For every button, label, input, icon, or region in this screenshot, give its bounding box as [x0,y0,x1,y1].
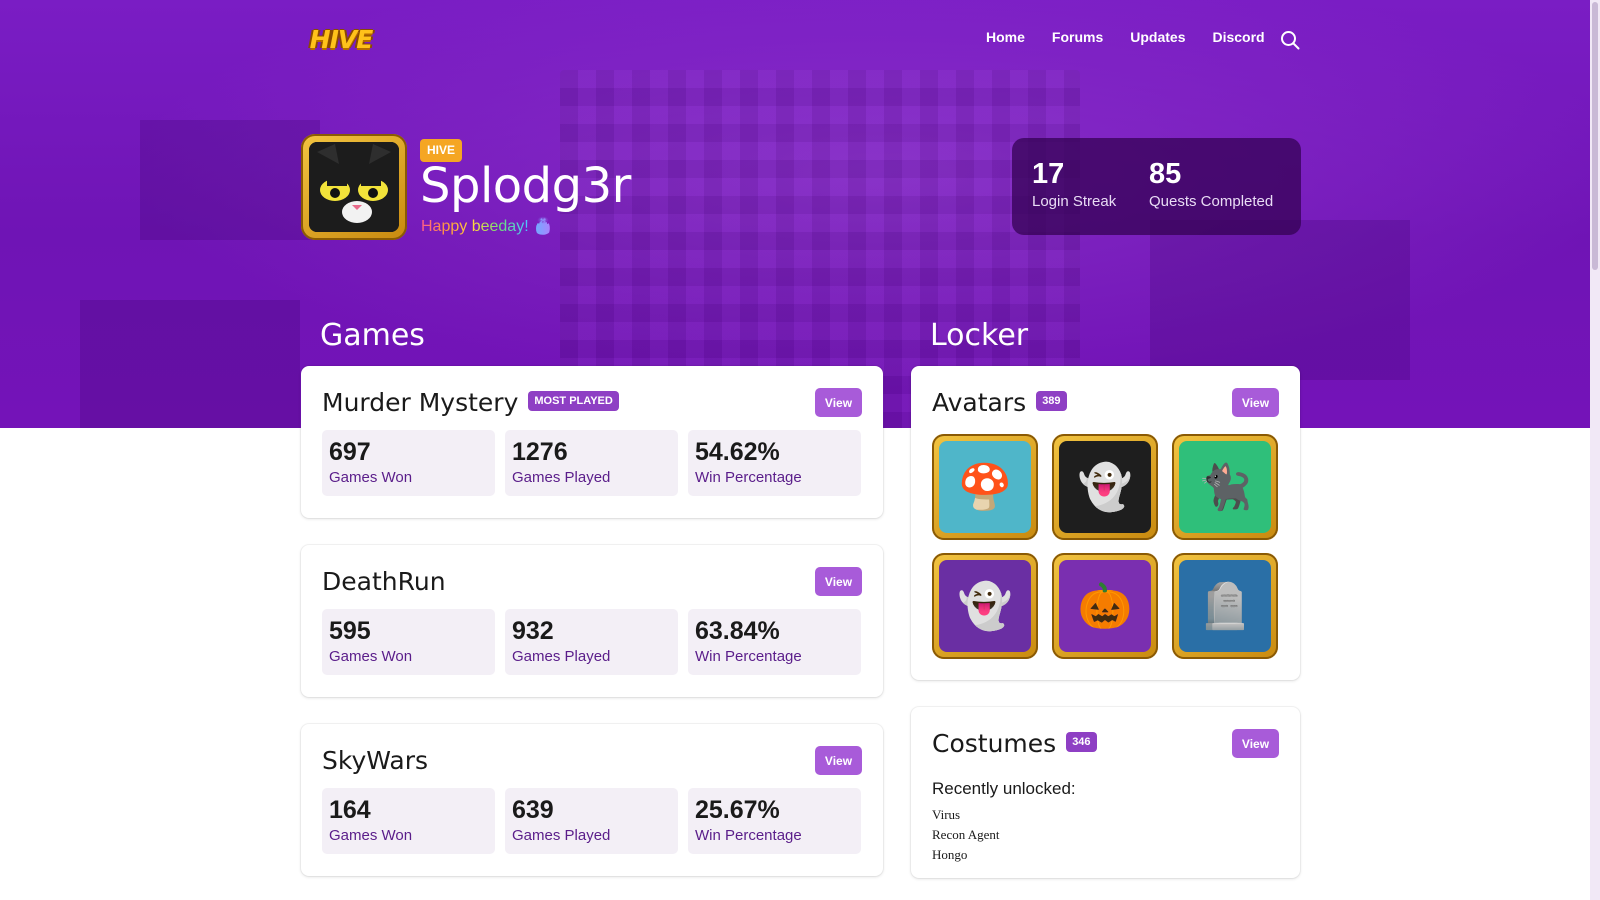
game-card-murder-mystery: Murder Mystery MOST PLAYED View 697 Games… [301,366,883,518]
stat-value: 697 [329,438,371,466]
recently-unlocked-list: Virus Recon Agent Hongo [932,805,1000,865]
stat-value: 1276 [512,438,568,466]
stat-label: Win Percentage [695,827,802,844]
nav-home[interactable]: Home [986,29,1025,45]
login-streak-label: Login Streak [1032,193,1117,210]
games-section-title: Games [320,318,425,353]
profile-stats-box: 17 Login Streak 85 Quests Completed [1012,138,1301,235]
stat-value: 164 [329,796,371,824]
stat-label: Games Played [512,648,611,665]
avatar-tile[interactable]: 🍄 [932,434,1038,540]
games-played-stat: 932 Games Played [505,609,678,675]
hero-banner [0,0,1600,428]
avatar-grid: 🍄 👻 🐈‍⬛ 👻 🎃 🪦 [932,434,1278,659]
stat-value: 639 [512,796,554,824]
witch-cat-icon: 🐈‍⬛ [1179,441,1271,533]
win-percentage-stat: 54.62% Win Percentage [688,430,861,496]
nav-forums[interactable]: Forums [1052,29,1103,45]
avatar-tile[interactable]: 🪦 [1172,553,1278,659]
game-stats: 595 Games Won 932 Games Played 63.84% Wi… [322,609,861,675]
stat-label: Games Won [329,648,413,665]
stat-label: Win Percentage [695,469,802,486]
game-stats: 164 Games Won 639 Games Played 25.67% Wi… [322,788,861,854]
recently-unlocked-heading: Recently unlocked: [932,779,1076,798]
avatar-tile[interactable]: 🐈‍⬛ [1172,434,1278,540]
costumes-card: Costumes 346 View Recently unlocked: Viru… [911,707,1300,878]
top-nav: Home Forums Updates Discord [986,29,1265,45]
login-streak-stat: 17 Login Streak [1032,158,1116,210]
profile-avatar [301,134,407,240]
game-card-skywars: SkyWars View 164 Games Won 639 Games Pla… [301,724,883,876]
profile-tagline: Happy beeday! 🎂 [421,218,553,235]
quests-stat: 85 Quests Completed [1149,158,1273,210]
background-block [1150,220,1410,380]
list-item: Virus [932,807,961,822]
game-title: Murder Mystery MOST PLAYED [322,388,619,417]
avatar-tile[interactable]: 🎃 [1052,553,1158,659]
avatars-count-badge: 389 [1036,391,1067,411]
stat-value: 595 [329,617,371,645]
avatars-title: Avatars 389 [932,388,1067,417]
stat-label: Win Percentage [695,648,802,665]
stat-label: Games Played [512,469,611,486]
background-block [80,300,300,428]
list-item: Recon Agent [932,827,1000,842]
avatars-label: Avatars [932,388,1027,417]
hive-logo[interactable]: HIVE [300,24,382,54]
search-icon[interactable] [1280,30,1300,50]
stat-value: 54.62% [695,438,780,466]
game-card-deathrun: DeathRun View 595 Games Won 932 Games Pl… [301,545,883,697]
game-name: SkyWars [322,746,428,775]
nav-discord[interactable]: Discord [1212,29,1264,45]
view-button[interactable]: View [815,388,862,417]
quests-value: 85 [1149,158,1182,190]
avatar-tile[interactable]: 👻 [1052,434,1158,540]
login-streak-value: 17 [1032,158,1065,190]
party-ghosts-icon: 👻 [939,560,1031,652]
stat-label: Games Won [329,827,413,844]
most-played-tag: MOST PLAYED [528,391,619,411]
gravestone-icon: 🪦 [1179,560,1271,652]
ghost-hat-icon: 👻 [1059,441,1151,533]
view-avatars-button[interactable]: View [1232,388,1279,417]
games-won-stat: 164 Games Won [322,788,495,854]
view-button[interactable]: View [815,746,862,775]
locker-section-title: Locker [930,318,1029,353]
mushroom-icon: 🍄 [939,441,1031,533]
costumes-title: Costumes 346 [932,729,1097,758]
username: Splodg3r [420,158,631,214]
quests-label: Quests Completed [1149,193,1274,210]
avatars-card: Avatars 389 View 🍄 👻 🐈‍⬛ 👻 🎃 🪦 [911,366,1300,680]
win-percentage-stat: 25.67% Win Percentage [688,788,861,854]
game-name: Murder Mystery [322,388,519,417]
view-button[interactable]: View [815,567,862,596]
list-item: Hongo [932,847,968,862]
pumpkin-skeleton-icon: 🎃 [1059,560,1151,652]
stat-label: Games Won [329,469,413,486]
scrollbar-thumb[interactable] [1592,2,1598,270]
avatar-tile[interactable]: 👻 [932,553,1038,659]
scrollbar[interactable] [1590,0,1600,900]
nav-updates[interactable]: Updates [1130,29,1185,45]
game-name: DeathRun [322,567,446,596]
stat-value: 932 [512,617,554,645]
stat-value: 63.84% [695,617,780,645]
view-costumes-button[interactable]: View [1232,729,1279,758]
games-played-stat: 1276 Games Played [505,430,678,496]
stat-value: 25.67% [695,796,780,824]
stat-label: Games Played [512,827,611,844]
costumes-label: Costumes [932,729,1057,758]
games-won-stat: 697 Games Won [322,430,495,496]
games-won-stat: 595 Games Won [322,609,495,675]
win-percentage-stat: 63.84% Win Percentage [688,609,861,675]
game-stats: 697 Games Won 1276 Games Played 54.62% W… [322,430,861,496]
costumes-count-badge: 346 [1066,732,1097,752]
grumpy-cat-icon [309,142,399,232]
games-played-stat: 639 Games Played [505,788,678,854]
background-block [140,120,320,240]
